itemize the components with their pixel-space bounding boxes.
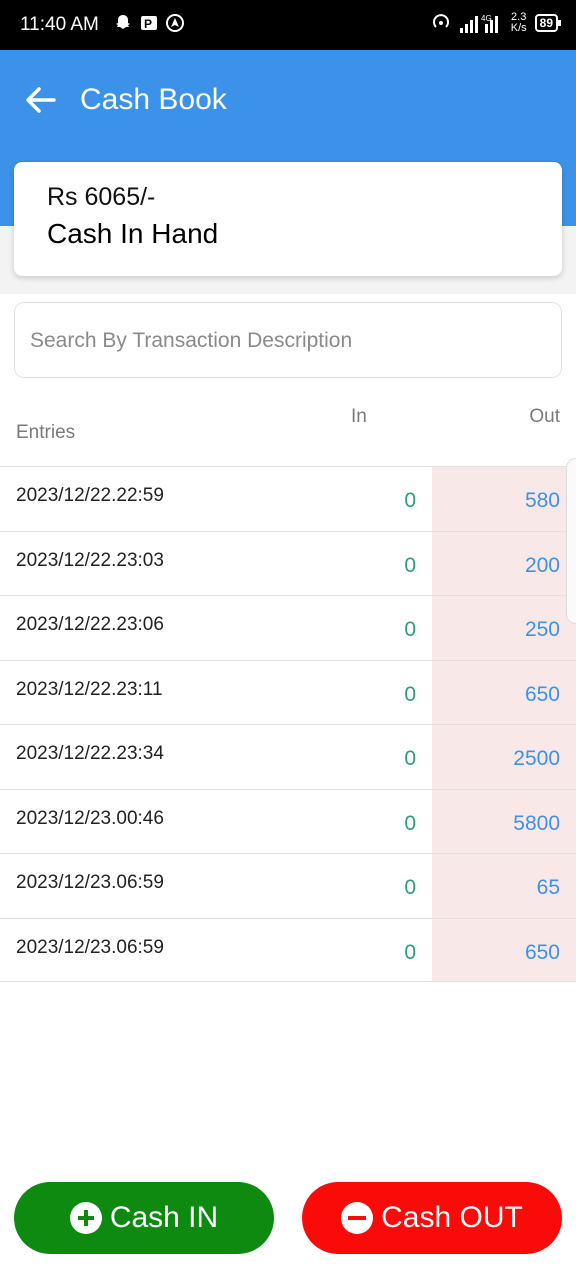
speed-unit: K/s [510,22,527,34]
battery-icon: 89 [534,14,562,32]
row-in-amount: 0 [404,747,416,770]
row-out-amount: 200 [524,553,560,577]
row-date: 2023/12/23.00:46 [16,807,164,829]
search-box[interactable] [14,302,562,378]
table-row[interactable]: 2023/12/22.23:03 0 200 [0,530,576,595]
cash-out-button[interactable]: Cash OUT [302,1182,562,1254]
row-date: 2023/12/23.06:59 [16,872,164,893]
row-out-amount: 65 [536,876,560,899]
notification-icons: P [113,13,185,33]
row-in-amount: 0 [404,489,416,512]
plus-circle-icon [69,1202,102,1234]
column-header-in: In [351,406,367,427]
row-date: 2023/12/22.22:59 [16,485,164,506]
search-input[interactable] [30,325,530,357]
cash-in-hand-card: Rs 6065/- Cash In Hand [14,162,562,276]
nearby-icon [166,14,184,32]
system-icons: 4G 2.3 K/s 89 [431,12,562,34]
cash-in-label: Cash IN [109,1201,219,1234]
table-row[interactable]: 2023/12/22.22:59 0 580 [0,466,576,531]
row-out-amount: 5800 [513,811,560,835]
cash-amount: Rs 6065/- [47,183,156,211]
network-speed: 2.3 K/s [511,12,527,34]
table-row[interactable]: 2023/12/23.06:59 0 650 [0,917,576,982]
table-row[interactable]: 2023/12/23.06:59 0 65 [0,853,576,918]
status-time: 11:40 AM [20,14,99,35]
row-date: 2023/12/22.23:03 [16,549,164,571]
cash-out-label: Cash OUT [381,1201,523,1234]
page-title: Cash Book [80,83,227,116]
cash-book-screen: 11:40 AM P 4G 2.3 K/s 89 Cash Book Rs 60… [0,0,576,1280]
table-row[interactable]: 2023/12/22.23:11 0 650 [0,659,576,724]
hotspot-icon [432,14,449,28]
svg-text:P: P [144,17,152,31]
row-in-amount: 0 [404,553,416,577]
column-header-out: Out [529,406,560,427]
row-in-amount: 0 [404,811,416,835]
arrow-left-icon[interactable] [22,82,58,118]
status-bar: 11:40 AM P 4G 2.3 K/s 89 [0,0,576,50]
column-header-entries: Entries [16,422,76,443]
row-in-amount: 0 [404,940,416,964]
row-in-amount: 0 [404,682,416,706]
table-row[interactable]: 2023/12/22.23:34 0 2500 [0,724,576,789]
snapchat-icon [116,15,130,29]
row-date: 2023/12/22.23:11 [16,678,163,700]
minus-circle-icon [341,1202,374,1234]
row-in-amount: 0 [404,618,416,641]
entries-list: 2023/12/22.22:59 0 580 2023/12/22.23:03 … [0,466,576,982]
scroll-handle[interactable] [566,458,576,624]
row-date: 2023/12/23.06:59 [16,936,164,958]
table-row[interactable]: 2023/12/23.00:46 0 5800 [0,788,576,853]
signal-icon: 4G [459,14,498,33]
row-out-amount: 250 [524,618,560,641]
cash-label: Cash In Hand [47,218,219,249]
table-row[interactable]: 2023/12/22.23:06 0 250 [0,595,576,660]
row-out-amount: 650 [524,940,560,964]
row-date: 2023/12/22.23:06 [16,614,164,635]
row-date: 2023/12/22.23:34 [16,743,164,764]
row-in-amount: 0 [404,876,416,899]
row-out-amount: 650 [524,682,560,706]
parking-icon: P [141,16,157,31]
cash-in-button[interactable]: Cash IN [14,1182,274,1254]
row-out-amount: 2500 [513,747,560,770]
row-out-amount: 580 [524,489,560,512]
